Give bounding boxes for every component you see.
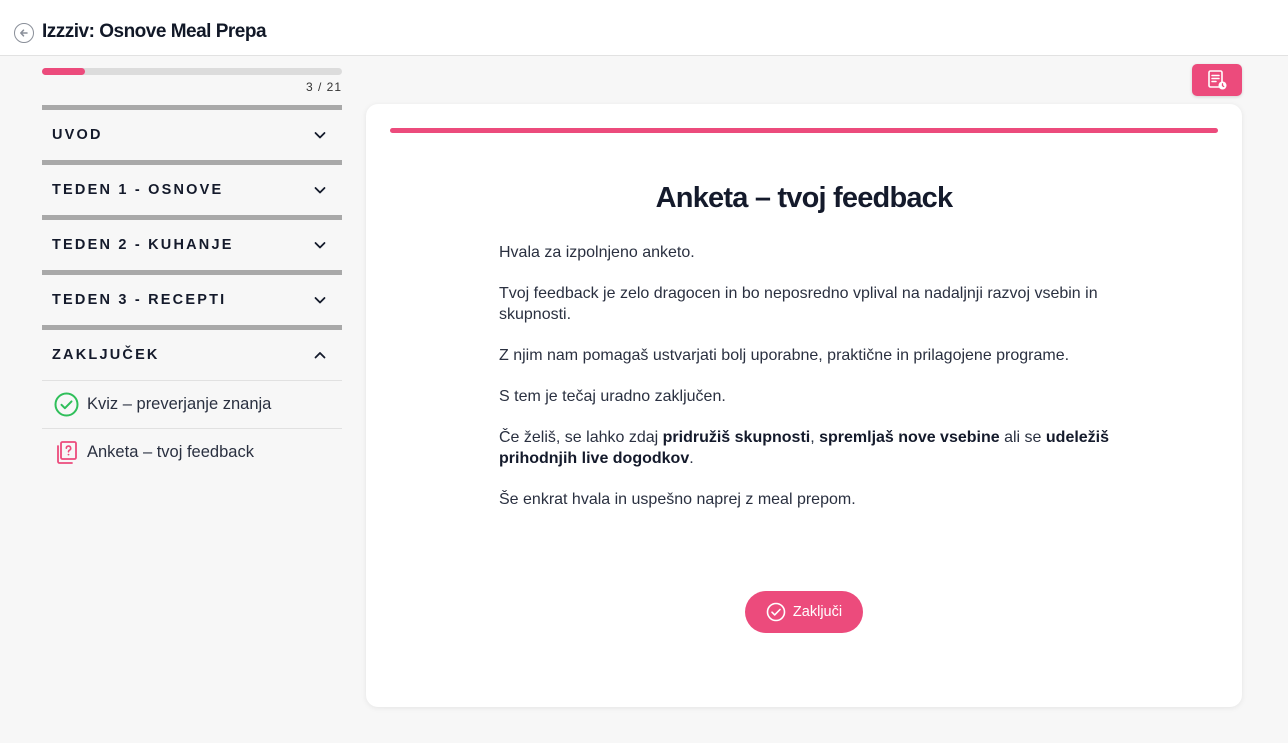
chevron-down-icon xyxy=(312,292,328,308)
text-span: Če želiš, se lahko zdaj xyxy=(499,429,663,446)
chevron-up-icon xyxy=(312,347,328,363)
notes-button[interactable] xyxy=(1192,64,1242,96)
lesson-title: Anketa – tvoj feedback xyxy=(655,182,953,214)
lesson-item-kviz[interactable]: Kviz – preverjanje znanja xyxy=(42,380,342,428)
section-title: TEDEN 2 - KUHANJE xyxy=(52,237,234,253)
bold-text: pridružiš skupnosti xyxy=(662,429,811,446)
bold-text: spremljaš nove vsebine xyxy=(819,429,1000,446)
finish-button[interactable]: Zaključi xyxy=(745,591,863,633)
section-uvod[interactable]: UVOD xyxy=(42,105,342,160)
lesson-paragraph: Tvoj feedback je zelo dragocen in bo nep… xyxy=(499,285,1098,323)
section-teden-1[interactable]: TEDEN 1 - OSNOVE xyxy=(42,160,342,215)
course-outline: UVOD TEDEN 1 - OSNOVE TEDEN 2 - KUHANJE … xyxy=(42,105,342,476)
progress-count: 3 / 21 xyxy=(305,80,342,94)
section-title: UVOD xyxy=(52,127,103,143)
lesson-paragraph: S tem je tečaj uradno zaključen. xyxy=(499,388,726,405)
check-circle-icon xyxy=(766,602,786,622)
check-circle-icon xyxy=(53,392,79,418)
notes-icon xyxy=(1208,70,1227,90)
chevron-down-icon xyxy=(312,182,328,198)
arrow-left-icon xyxy=(20,29,28,37)
lesson-paragraph: Z njim nam pomagaš ustvarjati bolj upora… xyxy=(499,347,1070,364)
section-title: ZAKLJUČEK xyxy=(52,347,160,363)
finish-button-label: Zaključi xyxy=(792,604,843,620)
text-span: ali se xyxy=(999,429,1046,446)
lesson-card: Anketa – tvoj feedback Hvala za izpolnje… xyxy=(366,104,1242,707)
text-span: , xyxy=(810,429,820,446)
lesson-paragraph: Če želiš, se lahko zdaj pridružiš skupno… xyxy=(499,427,1111,469)
chevron-down-icon xyxy=(312,237,328,253)
section-zakljucek[interactable]: ZAKLJUČEK xyxy=(42,325,342,380)
chevron-down-icon xyxy=(312,127,328,143)
text-span: . xyxy=(689,450,694,467)
lesson-item-anketa[interactable]: Anketa – tvoj feedback xyxy=(42,428,342,476)
section-teden-2[interactable]: TEDEN 2 - KUHANJE xyxy=(42,215,342,270)
section-title: TEDEN 3 - RECEPTI xyxy=(52,292,227,308)
lesson-item-label: Kviz – preverjanje znanja xyxy=(87,395,272,413)
progress-bar xyxy=(42,68,342,75)
progress-bar-fill xyxy=(42,68,85,75)
page-title: Izzziv: Osnove Meal Prepa xyxy=(42,21,267,42)
lesson-accent-bar xyxy=(390,128,1218,133)
lesson-paragraph: Še enkrat hvala in uspešno naprej z meal… xyxy=(499,491,856,508)
top-bar: Izzziv: Osnove Meal Prepa xyxy=(0,0,1288,56)
lesson-item-label: Anketa – tvoj feedback xyxy=(87,443,254,461)
lesson-body: Hvala za izpolnjeno anketo. Tvoj feedbac… xyxy=(499,242,1111,530)
section-teden-3[interactable]: TEDEN 3 - RECEPTI xyxy=(42,270,342,325)
section-title: TEDEN 1 - OSNOVE xyxy=(52,182,224,198)
back-button[interactable] xyxy=(14,23,34,43)
survey-icon xyxy=(53,440,79,466)
lesson-paragraph: Hvala za izpolnjeno anketo. xyxy=(499,244,695,261)
